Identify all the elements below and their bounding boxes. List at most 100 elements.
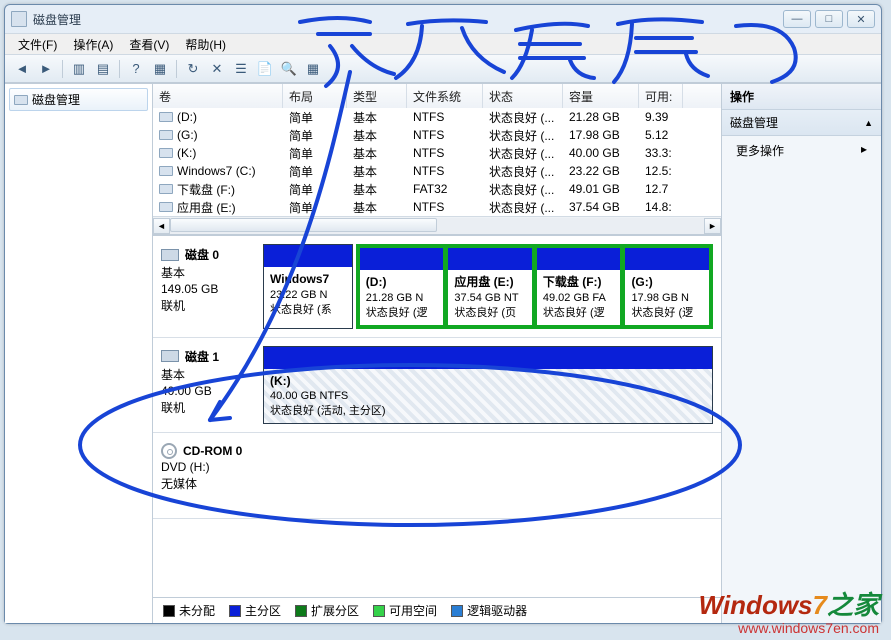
horizontal-scrollbar[interactable]: ◄ ► bbox=[153, 216, 721, 234]
partition[interactable]: 下载盘 (F:)49.02 GB FA状态良好 (逻 bbox=[536, 247, 622, 326]
partition-header bbox=[360, 248, 444, 270]
forward-button[interactable]: ► bbox=[35, 58, 57, 80]
toolbar: ◄ ► ▥ ▤ ? ▦ ↻ ✕ ☰ 📄 🔍 ▦ bbox=[5, 55, 881, 83]
volume-status: 状态良好 (... bbox=[483, 108, 563, 126]
actions-more-operations[interactable]: 更多操作 ▸ bbox=[722, 136, 881, 165]
col-free[interactable]: 可用: bbox=[639, 84, 683, 108]
drive-icon bbox=[159, 202, 173, 212]
help-button[interactable]: ? bbox=[125, 58, 147, 80]
drive-icon bbox=[159, 184, 173, 194]
volume-row[interactable]: 应用盘 (E:)简单基本NTFS状态良好 (...37.54 GB14.8: bbox=[153, 198, 721, 216]
volume-name: (K:) bbox=[153, 144, 283, 162]
menu-action[interactable]: 操作(A) bbox=[66, 34, 120, 55]
volume-free: 12.7 bbox=[639, 180, 683, 198]
tree-root-label: 磁盘管理 bbox=[32, 91, 80, 108]
volume-free: 12.5: bbox=[639, 162, 683, 180]
volume-type: 基本 bbox=[347, 126, 407, 144]
back-button[interactable]: ◄ bbox=[11, 58, 33, 80]
partition-body: (G:)17.98 GB N状态良好 (逻 bbox=[625, 270, 709, 325]
disk-status: 联机 bbox=[161, 399, 255, 416]
maximize-button[interactable]: □ bbox=[815, 10, 843, 28]
menu-file[interactable]: 文件(F) bbox=[11, 34, 64, 55]
partition-body: 应用盘 (E:)37.54 GB NT状态良好 (页 bbox=[448, 270, 532, 325]
volume-row[interactable]: (K:)简单基本NTFS状态良好 (...40.00 GB33.3: bbox=[153, 144, 721, 162]
settings-icon[interactable]: ▦ bbox=[302, 58, 324, 80]
content-area: 磁盘管理 卷 布局 类型 文件系统 状态 容量 可用: (D:)简单基本NTFS… bbox=[5, 83, 881, 623]
properties-icon[interactable]: ☰ bbox=[230, 58, 252, 80]
search-icon[interactable]: 🔍 bbox=[278, 58, 300, 80]
volume-row[interactable]: (D:)简单基本NTFS状态良好 (...21.28 GB9.39 bbox=[153, 108, 721, 126]
folder-open-icon[interactable]: 📄 bbox=[254, 58, 276, 80]
volume-list-header: 卷 布局 类型 文件系统 状态 容量 可用: bbox=[153, 84, 721, 108]
view-toggle-right[interactable]: ▤ bbox=[92, 58, 114, 80]
volume-capacity: 17.98 GB bbox=[563, 126, 639, 144]
volume-status: 状态良好 (... bbox=[483, 162, 563, 180]
volume-free: 5.12 bbox=[639, 126, 683, 144]
partition[interactable]: (D:)21.28 GB N状态良好 (逻 bbox=[359, 247, 445, 326]
partition-title: (D:) bbox=[366, 275, 387, 289]
partition[interactable]: 应用盘 (E:)37.54 GB NT状态良好 (页 bbox=[447, 247, 533, 326]
view-toggle-left[interactable]: ▥ bbox=[68, 58, 90, 80]
actions-section-diskmgmt[interactable]: 磁盘管理 ▲ bbox=[722, 110, 881, 136]
legend-extended: 扩展分区 bbox=[295, 602, 359, 619]
collapse-caret-icon: ▲ bbox=[864, 118, 873, 128]
volume-row[interactable]: 下载盘 (F:)简单基本FAT32状态良好 (...49.01 GB12.7 bbox=[153, 180, 721, 198]
volume-capacity: 37.54 GB bbox=[563, 198, 639, 216]
drive-icon bbox=[159, 166, 173, 176]
volume-capacity: 21.28 GB bbox=[563, 108, 639, 126]
disk-type: DVD (H:) bbox=[161, 460, 255, 474]
volume-row[interactable]: (G:)简单基本NTFS状态良好 (...17.98 GB5.12 bbox=[153, 126, 721, 144]
partition-title: 应用盘 (E:) bbox=[454, 275, 513, 289]
window-title: 磁盘管理 bbox=[33, 11, 783, 28]
titlebar: 磁盘管理 — □ ✕ bbox=[5, 5, 881, 33]
close-button[interactable]: ✕ bbox=[847, 10, 875, 28]
partition-status: 状态良好 (逻 bbox=[543, 307, 605, 319]
scroll-thumb[interactable] bbox=[170, 218, 437, 232]
partition-status: 状态良好 (活动, 主分区) bbox=[270, 405, 386, 417]
partition-body: (D:)21.28 GB N状态良好 (逻 bbox=[360, 270, 444, 325]
col-volume[interactable]: 卷 bbox=[153, 84, 283, 108]
refresh-button[interactable]: ↻ bbox=[182, 58, 204, 80]
col-filesystem[interactable]: 文件系统 bbox=[407, 84, 483, 108]
drive-icon bbox=[159, 130, 173, 140]
volume-row[interactable]: Windows7 (C:)简单基本NTFS状态良好 (...23.22 GB12… bbox=[153, 162, 721, 180]
partition[interactable]: (K:)40.00 GB NTFS状态良好 (活动, 主分区) bbox=[263, 346, 713, 425]
menu-help[interactable]: 帮助(H) bbox=[178, 34, 233, 55]
disk-title: 磁盘 0 bbox=[185, 246, 219, 263]
scroll-right-button[interactable]: ► bbox=[704, 218, 721, 234]
disk-management-window: 磁盘管理 — □ ✕ 文件(F) 操作(A) 查看(V) 帮助(H) ◄ ► ▥… bbox=[4, 4, 882, 624]
minimize-button[interactable]: — bbox=[783, 10, 811, 28]
col-layout[interactable]: 布局 bbox=[283, 84, 347, 108]
drive-icon bbox=[159, 148, 173, 158]
partition[interactable]: (G:)17.98 GB N状态良好 (逻 bbox=[624, 247, 710, 326]
col-status[interactable]: 状态 bbox=[483, 84, 563, 108]
tree-root-disk-mgmt[interactable]: 磁盘管理 bbox=[9, 88, 148, 111]
volume-layout: 简单 bbox=[283, 198, 347, 216]
partition-status: 状态良好 (逻 bbox=[366, 307, 428, 319]
volume-fs: NTFS bbox=[407, 198, 483, 216]
view-list-button[interactable]: ▦ bbox=[149, 58, 171, 80]
volume-status: 状态良好 (... bbox=[483, 180, 563, 198]
disk-row-cdrom0: CD-ROM 0DVD (H:)无媒体 bbox=[153, 433, 721, 519]
partition-body: 下载盘 (F:)49.02 GB FA状态良好 (逻 bbox=[537, 270, 621, 325]
disk-row-disk1: 磁盘 1基本40.00 GB联机(K:)40.00 GB NTFS状态良好 (活… bbox=[153, 338, 721, 434]
partition-status: 状态良好 (页 bbox=[454, 307, 516, 319]
scroll-track[interactable] bbox=[170, 218, 704, 234]
scroll-left-button[interactable]: ◄ bbox=[153, 218, 170, 234]
drive-icon bbox=[159, 112, 173, 122]
delete-icon[interactable]: ✕ bbox=[206, 58, 228, 80]
disk-label: 磁盘 1基本40.00 GB联机 bbox=[153, 346, 263, 425]
volume-fs: NTFS bbox=[407, 108, 483, 126]
partition[interactable]: Windows723.22 GB N状态良好 (系 bbox=[263, 244, 353, 329]
col-type[interactable]: 类型 bbox=[347, 84, 407, 108]
volume-fs: NTFS bbox=[407, 144, 483, 162]
toolbar-separator bbox=[62, 60, 63, 78]
col-capacity[interactable]: 容量 bbox=[563, 84, 639, 108]
disk-graphic: Windows723.22 GB N状态良好 (系(D:)21.28 GB N状… bbox=[263, 244, 713, 329]
window-controls: — □ ✕ bbox=[783, 10, 875, 28]
partition-title: (G:) bbox=[631, 275, 652, 289]
menu-view[interactable]: 查看(V) bbox=[122, 34, 176, 55]
disk-icon bbox=[161, 249, 179, 261]
volume-name: 应用盘 (E:) bbox=[153, 198, 283, 216]
volume-name: 下载盘 (F:) bbox=[153, 180, 283, 198]
